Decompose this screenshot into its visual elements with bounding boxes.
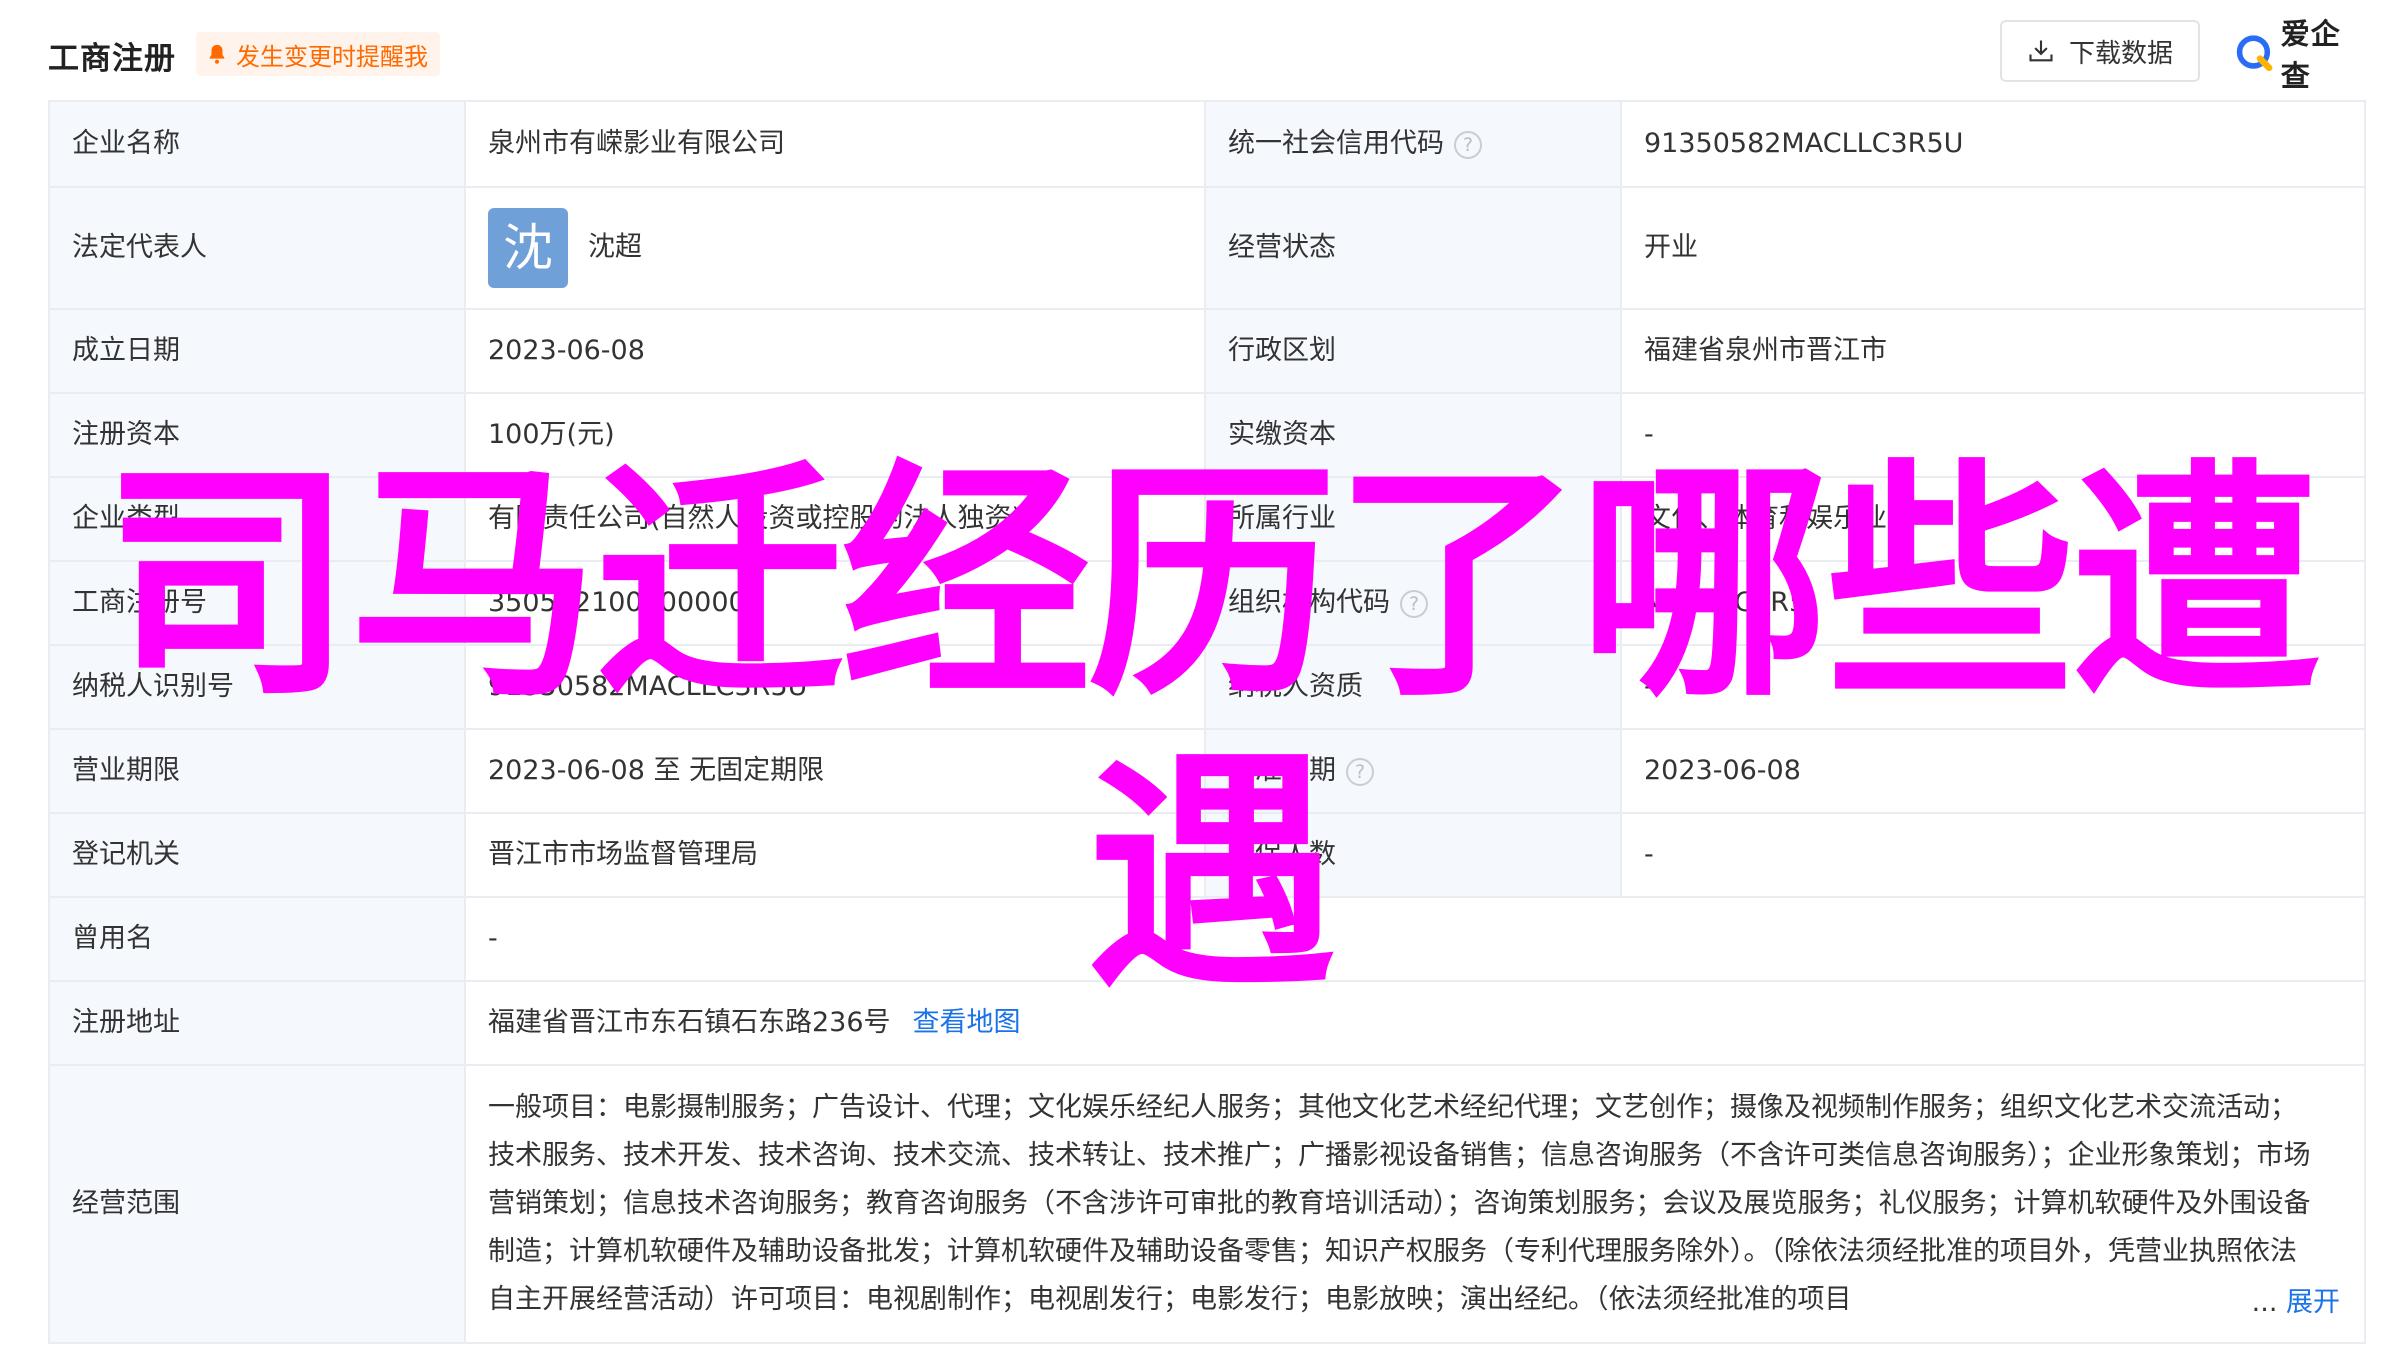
label-company-name: 企业名称 bbox=[48, 100, 466, 188]
section-header: 工商注册 发生变更时提醒我 下载数据 爱企查 bbox=[48, 17, 2364, 93]
legal-rep-name[interactable]: 沈超 bbox=[588, 232, 642, 263]
label-credit-code: 统一社会信用代码? bbox=[1204, 100, 1622, 188]
bell-icon bbox=[209, 44, 225, 64]
aiqicha-logo: 爱企查 bbox=[2234, 17, 2364, 93]
value-region: 福建省泉州市晋江市 bbox=[1620, 308, 2366, 394]
label-legal-rep: 法定代表人 bbox=[48, 186, 466, 310]
business-scope-text: 一般项目：电影摄制服务；广告设计、代理；文化娱乐经纪人服务；其他文化艺术经纪代理… bbox=[488, 1092, 2311, 1315]
table-row: 经营范围 一般项目：电影摄制服务；广告设计、代理；文化娱乐经纪人服务；其他文化艺… bbox=[48, 1064, 2366, 1344]
label-business-scope: 经营范围 bbox=[48, 1064, 466, 1344]
value-status: 开业 bbox=[1620, 186, 2366, 310]
overlay-headline: 司马迁经历了哪些遭遇 bbox=[103, 439, 2321, 1020]
question-icon[interactable]: ? bbox=[1454, 130, 1482, 159]
label-credit-code-text: 统一社会信用代码 bbox=[1228, 128, 1444, 160]
value-found-date: 2023-06-08 bbox=[464, 308, 1206, 394]
label-region: 行政区划 bbox=[1204, 308, 1622, 394]
value-legal-rep: 沈沈超 bbox=[464, 186, 1206, 310]
avatar[interactable]: 沈 bbox=[488, 208, 568, 288]
change-notify-label: 发生变更时提醒我 bbox=[236, 42, 428, 71]
change-notify-button[interactable]: 发生变更时提醒我 bbox=[196, 32, 440, 76]
download-data-button[interactable]: 下载数据 bbox=[2000, 20, 2200, 82]
download-label: 下载数据 bbox=[2068, 38, 2173, 69]
value-business-scope: 一般项目：电影摄制服务；广告设计、代理；文化娱乐经纪人服务；其他文化艺术经纪代理… bbox=[464, 1064, 2366, 1344]
page: 工商注册 发生变更时提醒我 下载数据 爱企查 企业名称 泉州市有嵘影业有限公司 … bbox=[0, 0, 2388, 1368]
table-row: 企业名称 泉州市有嵘影业有限公司 统一社会信用代码? 91350582MACLL… bbox=[48, 100, 2366, 188]
label-found-date: 成立日期 bbox=[48, 308, 466, 394]
expand-wrap: ... 展开 bbox=[2243, 1284, 2340, 1320]
ellipsis: ... bbox=[2251, 1286, 2278, 1318]
table-row: 法定代表人 沈沈超 经营状态 开业 bbox=[48, 186, 2366, 310]
expand-link[interactable]: 展开 bbox=[2286, 1287, 2340, 1318]
logo-text: 爱企查 bbox=[2280, 17, 2341, 93]
value-company-name: 泉州市有嵘影业有限公司 bbox=[464, 100, 1206, 188]
download-icon bbox=[2029, 40, 2053, 62]
label-status: 经营状态 bbox=[1204, 186, 1622, 310]
logo-q-icon bbox=[2236, 35, 2273, 72]
section-title: 工商注册 bbox=[48, 41, 176, 77]
value-credit-code: 91350582MACLLC3R5U bbox=[1620, 100, 2366, 188]
table-row: 成立日期 2023-06-08 行政区划 福建省泉州市晋江市 bbox=[48, 308, 2366, 394]
